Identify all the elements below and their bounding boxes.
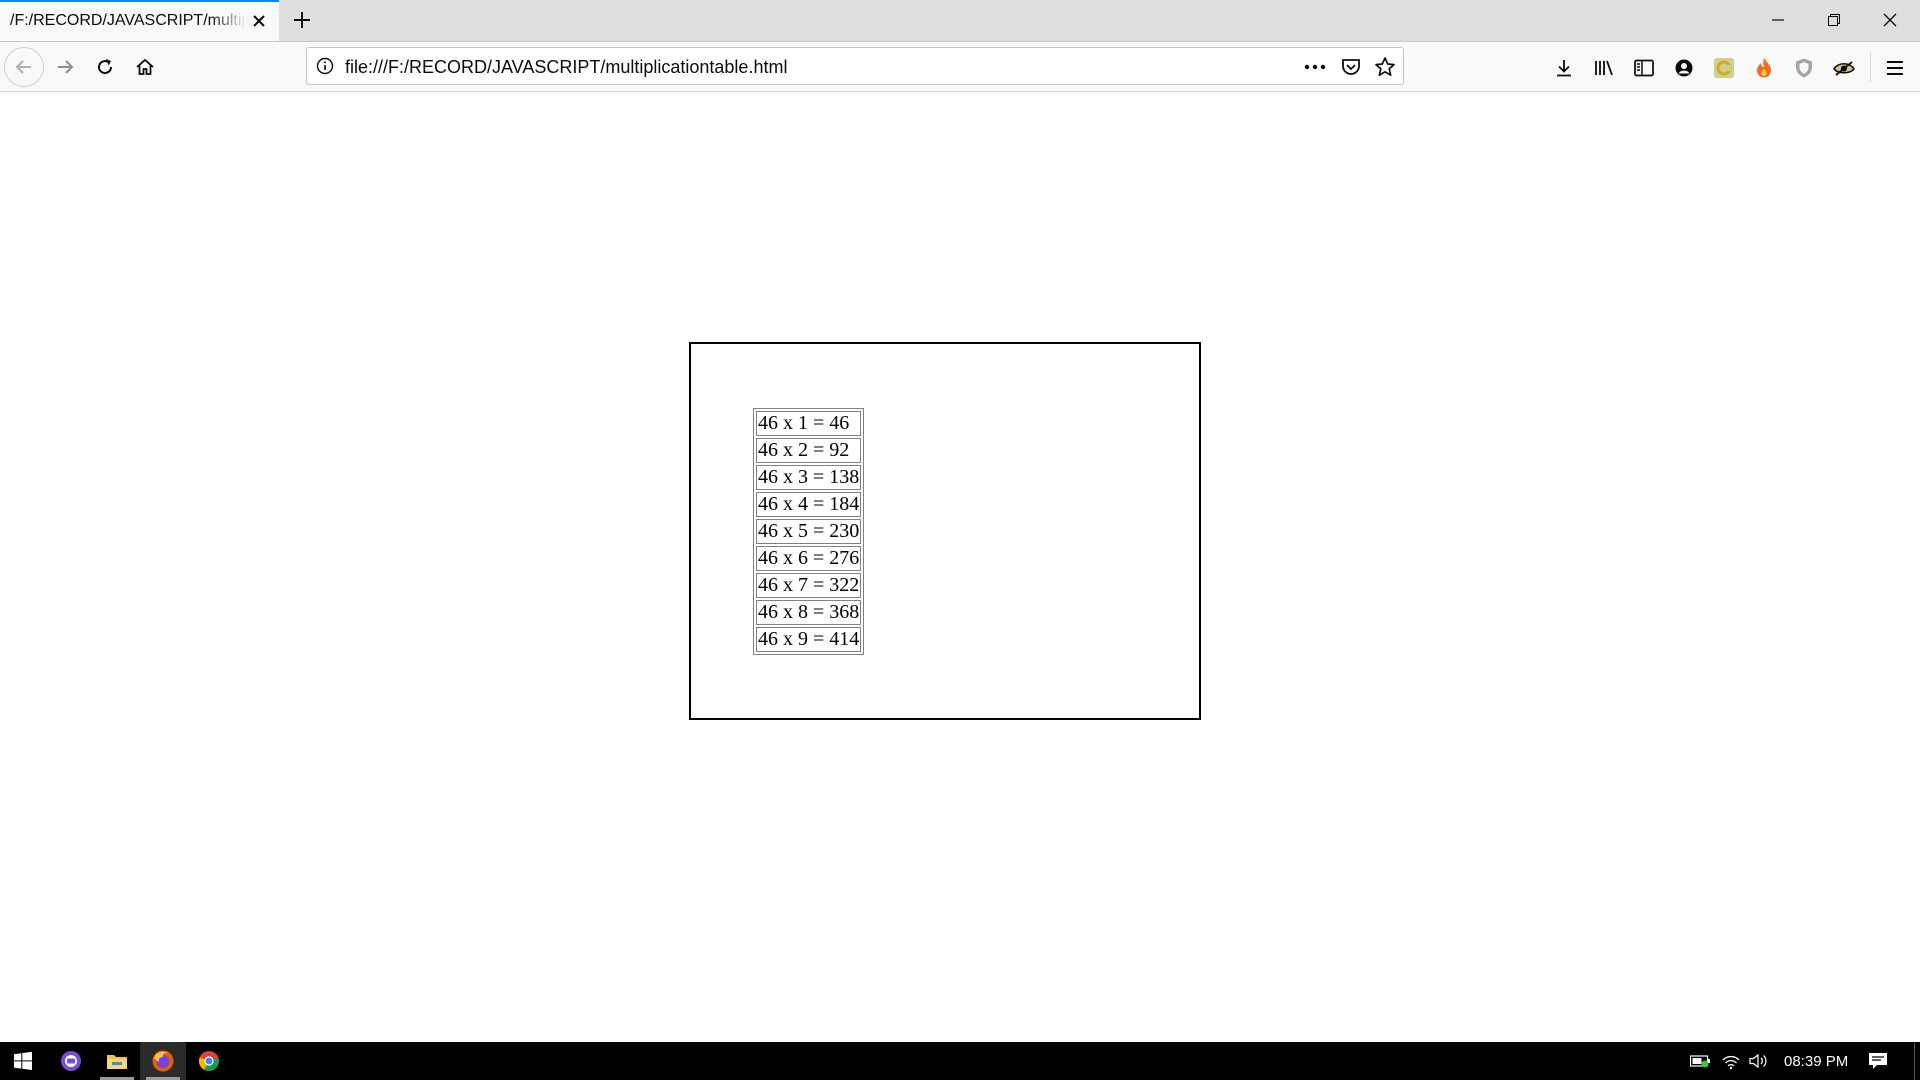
content-box: 46 x 1 = 46 46 x 2 = 92 46 x 3 = 138 46 … [689,342,1201,720]
notifications-icon[interactable] [1866,1050,1890,1072]
table-cell: 46 x 5 = 230 [756,519,862,544]
app-purple-icon[interactable] [48,1042,94,1080]
restore-icon[interactable] [1806,0,1862,40]
url-bar[interactable]: file:///F:/RECORD/JAVASCRIPT/multiplicat… [306,47,1404,85]
windows-start-icon[interactable] [0,1042,46,1080]
table-row: 46 x 6 = 276 [756,546,862,571]
tab-strip: /F:/RECORD/JAVASCRIPT/multiplicationtabl… [0,0,1920,42]
home-icon[interactable] [128,50,162,84]
tab-close-icon[interactable] [249,11,269,31]
sidebar-icon[interactable] [1631,55,1657,81]
chrome-icon[interactable] [186,1042,232,1080]
table-cell: 46 x 3 = 138 [756,465,862,490]
multiplication-table: 46 x 1 = 46 46 x 2 = 92 46 x 3 = 138 46 … [753,408,865,655]
table-cell: 46 x 1 = 46 [756,411,862,436]
table-row: 46 x 2 = 92 [756,438,862,463]
bookmark-star-icon[interactable] [1373,55,1397,79]
volume-icon[interactable] [1748,1051,1770,1071]
reload-icon[interactable] [88,50,122,84]
tab-title: /F:/RECORD/JAVASCRIPT/multiplicationtabl… [10,12,246,29]
table-row: 46 x 9 = 414 [756,627,862,652]
tab-active[interactable]: /F:/RECORD/JAVASCRIPT/multiplicationtabl… [0,0,279,41]
table-row: 46 x 5 = 230 [756,519,862,544]
url-text[interactable]: file:///F:/RECORD/JAVASCRIPT/multiplicat… [345,57,787,78]
table-cell: 46 x 9 = 414 [756,627,862,652]
table-row: 46 x 4 = 184 [756,492,862,517]
table-cell: 46 x 4 = 184 [756,492,862,517]
forward-icon[interactable] [48,50,82,84]
minimize-icon[interactable] [1750,0,1806,40]
table-row: 46 x 8 = 368 [756,600,862,625]
extension-eye-icon[interactable] [1831,55,1857,81]
show-desktop-button[interactable] [1914,1042,1915,1080]
battery-icon[interactable] [1690,1051,1712,1071]
library-icon[interactable] [1591,55,1617,81]
shield-icon[interactable] [1791,55,1817,81]
table-cell: 46 x 8 = 368 [756,600,862,625]
table-cell: 46 x 7 = 322 [756,573,862,598]
extension-c-icon[interactable] [1711,55,1737,81]
taskbar: 08:39 PM [0,1042,1920,1080]
info-icon[interactable] [315,56,335,76]
table-row: 46 x 1 = 46 [756,411,862,436]
page-actions-icon[interactable] [1303,55,1327,79]
downloads-icon[interactable] [1551,55,1577,81]
new-tab-icon[interactable] [288,6,316,34]
taskbar-clock[interactable]: 08:39 PM [1784,1053,1848,1070]
account-icon[interactable] [1671,55,1697,81]
table-cell: 46 x 2 = 92 [756,438,862,463]
table-row: 46 x 3 = 138 [756,465,862,490]
table-cell: 46 x 6 = 276 [756,546,862,571]
close-window-icon[interactable] [1862,0,1918,40]
toolbar-separator [1870,52,1871,82]
firefox-icon[interactable] [140,1042,186,1080]
pocket-icon[interactable] [1339,55,1363,79]
back-icon[interactable] [4,47,44,87]
table-row: 46 x 7 = 322 [756,573,862,598]
navigation-toolbar: file:///F:/RECORD/JAVASCRIPT/multiplicat… [0,42,1920,92]
file-explorer-icon[interactable] [94,1042,140,1080]
wifi-icon[interactable] [1720,1051,1742,1071]
menu-icon[interactable] [1882,55,1908,81]
extension-flame-icon[interactable] [1751,55,1777,81]
